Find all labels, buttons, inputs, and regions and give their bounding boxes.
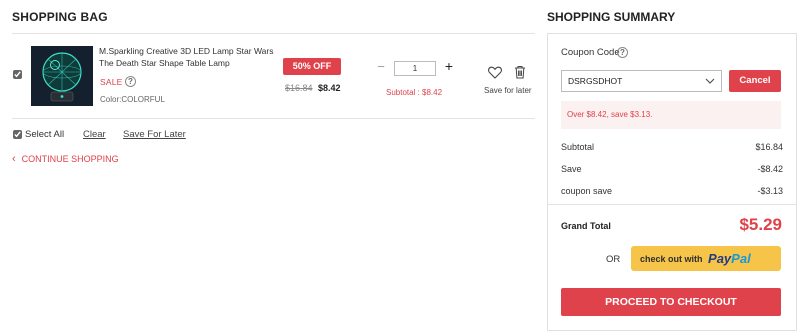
chevron-left-icon: ‹ bbox=[12, 153, 16, 165]
grand-total-value: $5.29 bbox=[739, 215, 782, 234]
sale-tag: SALE bbox=[100, 77, 123, 87]
help-icon[interactable]: ? bbox=[617, 47, 628, 58]
save-label: Save bbox=[561, 164, 582, 174]
trash-icon[interactable] bbox=[514, 65, 526, 79]
divider bbox=[548, 204, 796, 205]
clear-link[interactable]: Clear bbox=[83, 129, 106, 140]
paypal-checkout-button[interactable]: check out with PayPal bbox=[631, 246, 781, 271]
product-color: Color:COLORFUL bbox=[100, 95, 165, 104]
subtotal-value: $16.84 bbox=[755, 142, 783, 152]
grand-total-label: Grand Total bbox=[561, 221, 611, 231]
product-image[interactable] bbox=[31, 46, 93, 106]
subtotal-label: Subtotal bbox=[561, 142, 595, 152]
continue-shopping-link[interactable]: ‹ CONTINUE SHOPPING bbox=[12, 153, 119, 165]
item-checkbox[interactable] bbox=[13, 70, 22, 79]
heart-icon[interactable] bbox=[488, 66, 502, 79]
discount-badge: 50% OFF bbox=[283, 58, 341, 75]
coupon-value: DSRGSDHOT bbox=[568, 76, 623, 86]
select-all-label[interactable]: Select All bbox=[25, 129, 64, 140]
help-icon[interactable]: ? bbox=[125, 76, 136, 87]
quantity-decrease-button[interactable]: − bbox=[376, 60, 386, 74]
sale-price: $8.42 bbox=[318, 83, 341, 93]
shopping-bag-title: SHOPPING BAG bbox=[12, 10, 108, 24]
cancel-coupon-button[interactable]: Cancel bbox=[729, 70, 781, 92]
coupon-label: Coupon Code bbox=[561, 47, 620, 58]
item-subtotal: Subtotal : $8.42 bbox=[386, 88, 443, 97]
select-all-checkbox[interactable] bbox=[13, 130, 22, 139]
paypal-logo: PayPal bbox=[708, 251, 751, 266]
save-for-later-all-link[interactable]: Save For Later bbox=[123, 129, 186, 140]
summary-title: SHOPPING SUMMARY bbox=[547, 10, 676, 24]
quantity-increase-button[interactable]: + bbox=[443, 59, 455, 73]
continue-shopping-label: CONTINUE SHOPPING bbox=[21, 154, 119, 164]
coupon-dropdown[interactable]: DSRGSDHOT bbox=[561, 70, 722, 92]
product-name[interactable]: M.Sparkling Creative 3D LED Lamp Star Wa… bbox=[99, 45, 279, 69]
divider bbox=[12, 118, 535, 119]
quantity-input[interactable] bbox=[394, 61, 436, 76]
original-price: $16.84 bbox=[285, 83, 313, 93]
chevron-down-icon bbox=[705, 78, 715, 84]
proceed-to-checkout-button[interactable]: PROCEED TO CHECKOUT bbox=[561, 288, 781, 316]
paypal-prefix: check out with bbox=[640, 254, 703, 264]
coupon-save-value: -$3.13 bbox=[757, 186, 783, 196]
or-label: OR bbox=[606, 254, 621, 265]
coupon-save-label: coupon save bbox=[561, 186, 613, 196]
save-for-later-link[interactable]: Save for later bbox=[484, 86, 532, 95]
save-value: -$8.42 bbox=[757, 164, 783, 174]
divider bbox=[12, 33, 535, 34]
coupon-message: Over $8.42, save $3.13. bbox=[561, 101, 781, 129]
